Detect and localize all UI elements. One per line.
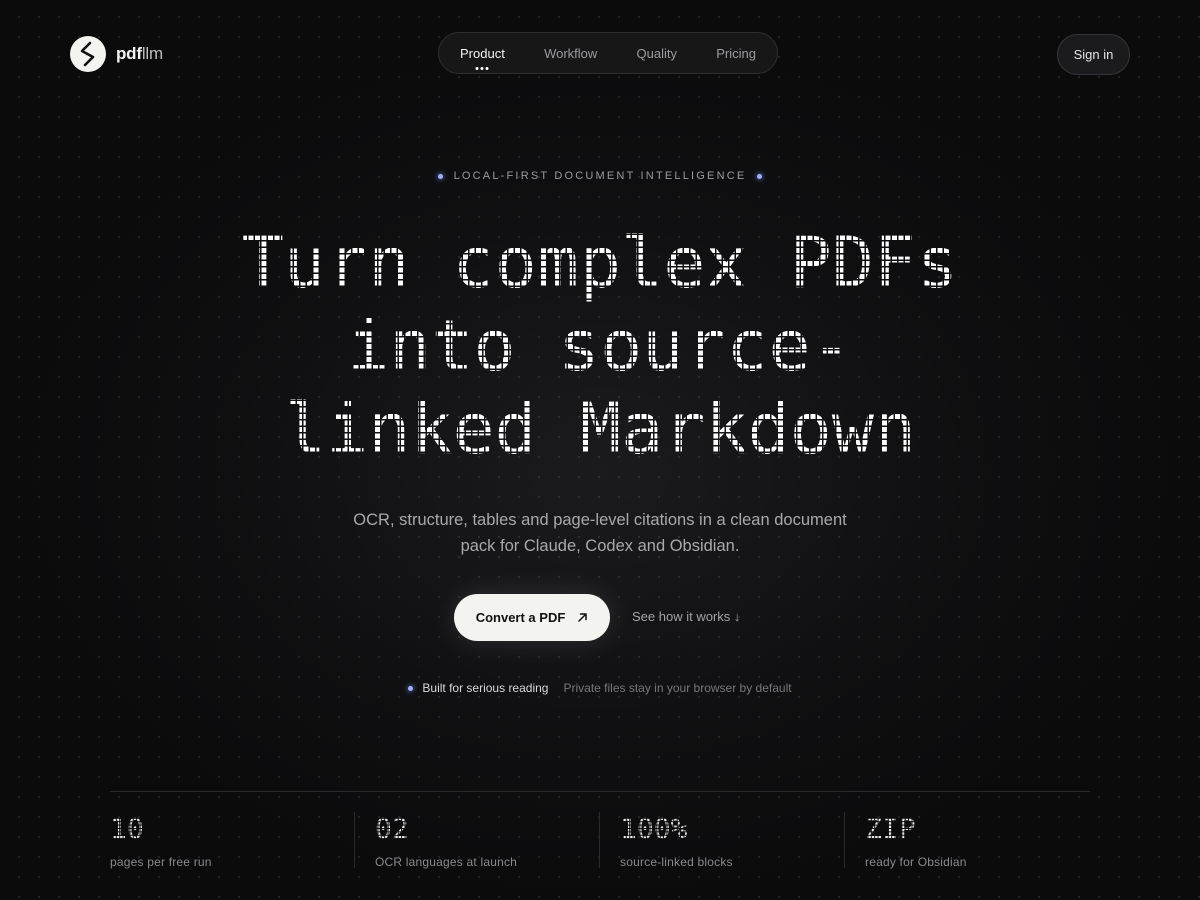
hero-subtitle: OCR, structure, tables and page-level ci… [0,507,1200,559]
sign-in-button[interactable]: Sign in [1057,34,1130,75]
trust-dot-icon [408,685,414,691]
stat-label: OCR languages at launch [375,855,518,869]
hero-headline: Turn complex PDFs into source- linked Ma… [0,222,1200,471]
logo-link[interactable]: pdfllm [70,36,163,72]
stat-value: ZIP [865,812,916,845]
headline-line-1: Turn complex PDFs [241,222,959,304]
headline-line-3: linked Markdown [283,388,917,470]
convert-pdf-button[interactable]: Convert a PDF [454,594,610,641]
stat-value: 10 [110,812,144,845]
stat-zip: ZIP ready for Obsidian [865,812,967,869]
eyebrow: LOCAL-FIRST DOCUMENT INTELLIGENCE [0,170,1200,182]
brand-name-light: llm [141,44,163,63]
subtitle-line-2: pack for Claude, Codex and Obsidian. [460,537,740,555]
eyebrow-dot-left-icon [437,173,443,179]
stat-label: source-linked blocks [620,855,733,869]
nav-item-workflow[interactable]: Workflow [544,46,597,61]
main-nav: Product Workflow Quality Pricing [438,32,778,74]
stat-blocks: 100% source-linked blocks [620,812,733,869]
eyebrow-text: LOCAL-FIRST DOCUMENT INTELLIGENCE [453,170,747,182]
stats-bar: 10 pages per free run 02 OCR languages a… [110,791,1090,900]
active-indicator-dots [475,66,489,70]
stat-value: 02 [375,812,409,845]
trust-line: Built for serious reading Private files … [0,681,1200,695]
nav-item-quality[interactable]: Quality [637,46,677,61]
subtitle-line-1: OCR, structure, tables and page-level ci… [353,511,847,529]
stat-divider [354,812,355,868]
headline-line-2: into source- [347,305,853,387]
stat-label: pages per free run [110,855,212,869]
convert-pdf-label: Convert a PDF [475,610,566,625]
stat-languages: 02 OCR languages at launch [375,812,518,869]
stat-value: 100% [620,812,688,845]
stat-divider [599,812,600,868]
trust-muted-text: Private files stay in your browser by de… [563,681,792,695]
see-how-it-works-link[interactable]: See how it works ↓ [632,609,740,624]
brand-name-bold: pdf [116,44,142,63]
eyebrow-dot-right-icon [757,173,763,179]
brand-name: pdfllm [116,44,163,64]
stat-pages: 10 pages per free run [110,812,212,869]
arrow-up-right-icon [577,610,588,626]
nav-item-product-label: Product [460,45,505,61]
logo-mark-icon [70,36,106,72]
nav-item-pricing[interactable]: Pricing [716,46,756,61]
stat-divider [844,812,845,868]
nav-item-product[interactable]: Product [460,45,505,70]
trust-strong-text: Built for serious reading [422,681,549,695]
stat-label: ready for Obsidian [865,855,967,869]
